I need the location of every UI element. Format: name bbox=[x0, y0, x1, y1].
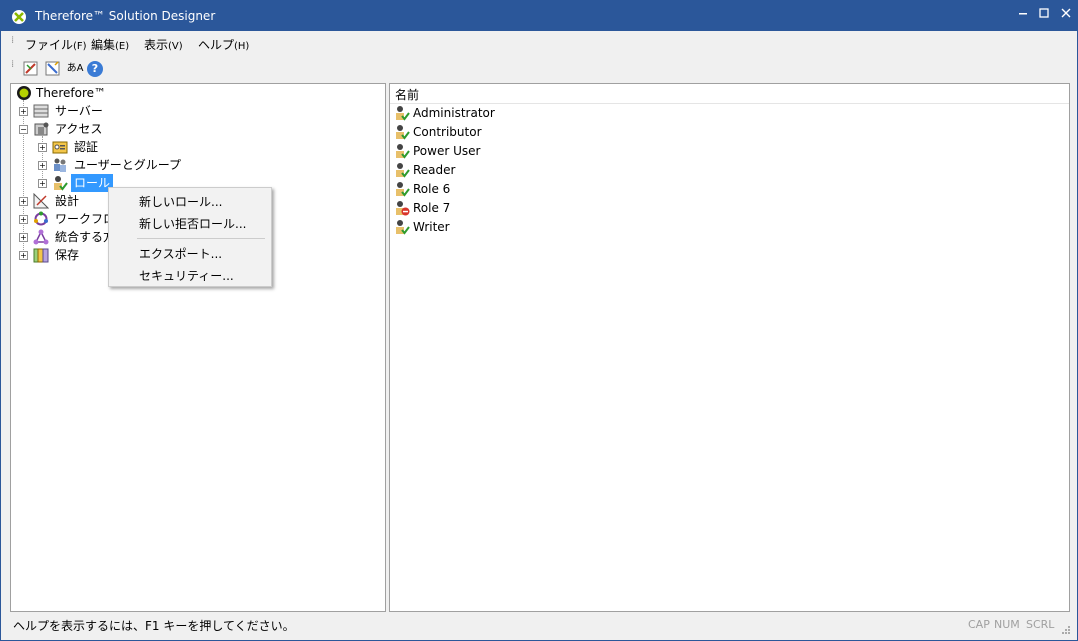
resize-grip-icon[interactable] bbox=[1061, 625, 1071, 635]
menu-grip: ⁞ bbox=[11, 35, 15, 46]
expand-icon[interactable]: + bbox=[19, 215, 28, 224]
therefore-app-icon bbox=[12, 10, 26, 24]
tree-item-label: 設計 bbox=[55, 194, 80, 208]
design-icon bbox=[33, 193, 49, 209]
tree-item-label: ユーザーとグループ bbox=[74, 158, 182, 172]
role-name: Writer bbox=[413, 220, 450, 234]
therefore-root-icon bbox=[17, 86, 31, 100]
maximize-icon bbox=[1039, 8, 1049, 18]
tree-item-label: 統合する方 bbox=[55, 230, 116, 244]
authentication-icon bbox=[52, 141, 68, 154]
role-allow-icon bbox=[396, 220, 410, 235]
language-glyph: あA bbox=[66, 63, 84, 74]
expand-icon[interactable]: + bbox=[19, 233, 28, 242]
scroll-lock-indicator: SCRL bbox=[1026, 618, 1055, 631]
role-name: Reader bbox=[413, 163, 456, 177]
language-icon[interactable]: あA bbox=[65, 59, 85, 79]
title-bar: Therefore™ Solution Designer bbox=[1, 1, 1077, 31]
help-icon[interactable]: ? bbox=[87, 61, 103, 77]
expand-icon[interactable]: + bbox=[38, 161, 47, 170]
role-name: Administrator bbox=[413, 106, 495, 120]
menu-help[interactable]: ヘルプ(H) bbox=[198, 36, 249, 53]
num-lock-indicator: NUM bbox=[994, 618, 1020, 631]
roles-list[interactable]: 名前 Administrator Contributor Power User bbox=[389, 83, 1070, 612]
integration-icon bbox=[33, 229, 49, 245]
role-deny-icon bbox=[396, 201, 410, 216]
workflow-icon bbox=[34, 211, 48, 226]
app-window: Therefore™ Solution Designer ⁞ ファイル(F) 編… bbox=[0, 0, 1078, 641]
menu-bar: ⁞ ファイル(F) 編集(E) 表示(V) ヘルプ(H) bbox=[1, 32, 1077, 54]
tree-item-label: アクセス bbox=[55, 122, 103, 136]
collapse-icon[interactable]: − bbox=[19, 125, 28, 134]
role-icon bbox=[54, 176, 68, 191]
designer-tool-icon[interactable] bbox=[21, 59, 41, 79]
window-title: Therefore™ Solution Designer bbox=[35, 9, 216, 23]
column-header-label: 名前 bbox=[395, 88, 420, 102]
menu-edit[interactable]: 編集(E) bbox=[91, 36, 129, 53]
expand-icon[interactable]: + bbox=[38, 143, 47, 152]
role-allow-icon bbox=[396, 125, 410, 140]
status-text: ヘルプを表示するには、F1 キーを押してください。 bbox=[13, 619, 295, 633]
help-glyph: ? bbox=[91, 62, 99, 75]
role-name: Power User bbox=[413, 144, 481, 158]
menu-item-new-role[interactable]: 新しいロール... bbox=[139, 193, 222, 210]
role-allow-icon bbox=[396, 182, 410, 197]
tree-item-label: ロール bbox=[71, 174, 114, 192]
list-item[interactable]: Contributor bbox=[394, 123, 694, 142]
role-name: Contributor bbox=[413, 125, 482, 139]
tree-view[interactable]: Therefore™ + サーバー − アクセス + 認証 + ユーザーとグルー… bbox=[10, 83, 386, 612]
menu-view[interactable]: 表示(V) bbox=[144, 36, 183, 53]
list-item[interactable]: Writer bbox=[394, 218, 694, 237]
menu-item-new-deny-role[interactable]: 新しい拒否ロール... bbox=[139, 215, 246, 232]
menu-file[interactable]: ファイル(F) bbox=[25, 36, 87, 53]
access-icon bbox=[34, 122, 49, 136]
expand-icon[interactable]: + bbox=[19, 107, 28, 116]
menu-separator bbox=[137, 238, 265, 239]
list-item[interactable]: Role 7 bbox=[394, 199, 694, 218]
role-name: Role 7 bbox=[413, 201, 451, 215]
role-allow-icon bbox=[396, 144, 410, 159]
menu-item-security[interactable]: セキュリティー... bbox=[139, 267, 234, 284]
minimize-icon bbox=[1019, 13, 1027, 15]
toolbar-grip: ⁞ bbox=[11, 59, 15, 70]
caps-lock-indicator: CAP bbox=[968, 618, 990, 631]
context-menu: 新しいロール... 新しい拒否ロール... エクスポート... セキュリティー.… bbox=[108, 187, 272, 287]
tree-item-label: サーバー bbox=[55, 104, 103, 118]
role-allow-icon bbox=[396, 163, 410, 178]
column-header-name[interactable]: 名前 bbox=[390, 84, 1069, 104]
expand-icon[interactable]: + bbox=[19, 251, 28, 260]
server-icon bbox=[33, 104, 49, 118]
close-button[interactable] bbox=[1054, 1, 1078, 25]
role-allow-icon bbox=[396, 106, 410, 121]
close-icon bbox=[1061, 8, 1071, 18]
toolbar: ⁞ あA ? bbox=[1, 57, 1077, 81]
maximize-button[interactable] bbox=[1032, 1, 1056, 25]
expand-icon[interactable]: + bbox=[19, 197, 28, 206]
list-item[interactable]: Power User bbox=[394, 142, 694, 161]
list-item[interactable]: Administrator bbox=[394, 104, 694, 123]
expand-icon[interactable]: + bbox=[38, 179, 47, 188]
list-item[interactable]: Role 6 bbox=[394, 180, 694, 199]
role-name: Role 6 bbox=[413, 182, 451, 196]
tree-item-label: 認証 bbox=[74, 140, 99, 154]
designer-wizard-icon[interactable] bbox=[43, 59, 63, 79]
tree-root-label: Therefore™ bbox=[36, 86, 106, 100]
users-groups-icon bbox=[54, 158, 66, 172]
storage-icon bbox=[33, 248, 49, 263]
tree-item-label: 保存 bbox=[55, 248, 80, 262]
menu-item-export[interactable]: エクスポート... bbox=[139, 245, 222, 262]
status-bar: ヘルプを表示するには、F1 キーを押してください。 CAP NUM SCRL bbox=[1, 613, 1077, 640]
list-item[interactable]: Reader bbox=[394, 161, 694, 180]
